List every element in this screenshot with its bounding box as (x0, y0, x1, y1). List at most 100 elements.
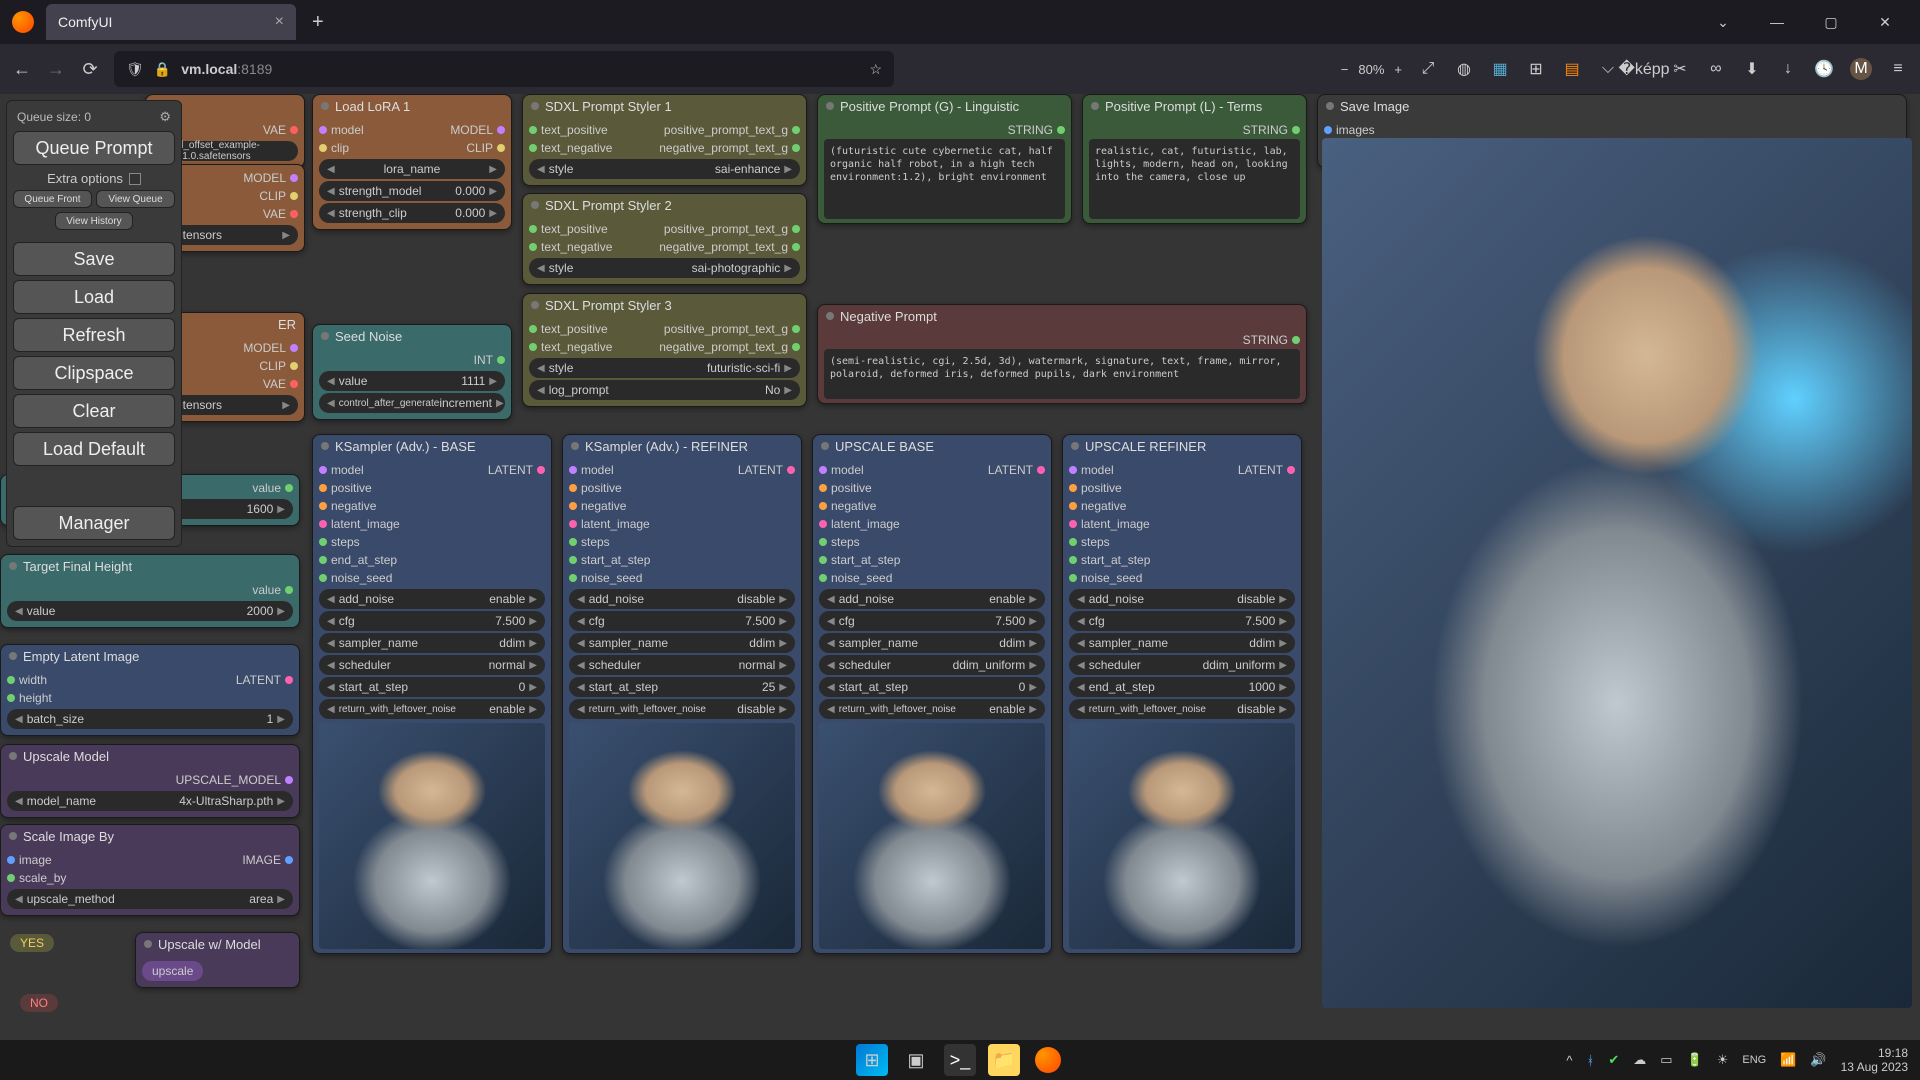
language-icon[interactable]: ENG (1742, 1054, 1766, 1066)
add-noise-widget[interactable]: ◀add_noisedisable▶ (569, 589, 795, 609)
rwl-widget[interactable]: ◀return_with_leftover_noisedisable▶ (1069, 699, 1295, 719)
reroute-yes[interactable]: YES (10, 934, 54, 950)
extensions-icon[interactable]: �képp (1634, 59, 1654, 79)
style-3-widget[interactable]: ◀stylefuturistic-sci-fi▶ (529, 358, 800, 378)
upscale-pill[interactable]: upscale (142, 961, 203, 981)
tray-chevron-icon[interactable]: ^ (1566, 1053, 1572, 1068)
seed-value-widget[interactable]: ◀value1111▶ (319, 371, 505, 391)
downloads-icon[interactable]: ↓ (1778, 59, 1798, 79)
positive-l-text[interactable]: realistic, cat, futuristic, lab, lights,… (1089, 139, 1300, 219)
brightness-icon[interactable]: ☀ (1717, 1052, 1729, 1068)
strength-clip-widget[interactable]: ◀strength_clip0.000▶ (319, 203, 505, 223)
batch-size-widget[interactable]: ◀batch_size1▶ (7, 709, 293, 729)
node-positive-prompt-g[interactable]: Positive Prompt (G) - Linguistic STRING … (817, 94, 1072, 224)
add-noise-widget[interactable]: ◀add_noiseenable▶ (819, 589, 1045, 609)
queue-prompt-button[interactable]: Queue Prompt (13, 131, 175, 165)
manager-button[interactable]: Manager (13, 506, 175, 540)
wifi-icon[interactable]: 📶 (1780, 1052, 1796, 1068)
comfyui-canvas[interactable]: Queue size: 0⚙ Queue Prompt Extra option… (0, 94, 1920, 1040)
node-seed-noise[interactable]: Seed Noise INT ◀value1111▶ ◀control_afte… (312, 324, 512, 420)
volume-icon[interactable]: 🔊 (1810, 1052, 1826, 1068)
scheduler-widget[interactable]: ◀schedulerddim_uniform▶ (819, 655, 1045, 675)
rwl-widget[interactable]: ◀return_with_leftover_noiseenable▶ (319, 699, 545, 719)
add-noise-widget[interactable]: ◀add_noiseenable▶ (319, 589, 545, 609)
queue-front-button[interactable]: Queue Front (13, 190, 92, 208)
node-empty-latent-image[interactable]: Empty Latent Image widthLATENT height ◀b… (0, 644, 300, 736)
ext-icon-6[interactable]: ∞ (1706, 59, 1726, 79)
upscale-method-widget[interactable]: ◀upscale_methodarea▶ (7, 889, 293, 909)
account-icon[interactable]: M (1850, 58, 1872, 80)
rwl-widget[interactable]: ◀return_with_leftover_noisedisable▶ (569, 699, 795, 719)
node-sdxl-styler-2[interactable]: SDXL Prompt Styler 2 text_positivepositi… (522, 193, 807, 285)
cast-icon[interactable]: ▭ (1660, 1052, 1672, 1068)
refresh-button[interactable]: Refresh (13, 318, 175, 352)
sampler-name-widget[interactable]: ◀sampler_nameddim▶ (819, 633, 1045, 653)
ext-icon-1[interactable]: ◍ (1454, 59, 1474, 79)
node-sdxl-styler-1[interactable]: SDXL Prompt Styler 1 text_positivepositi… (522, 94, 807, 186)
node-ksampler-3[interactable]: UPSCALE REFINER modelLATENT positive neg… (1062, 434, 1302, 954)
add-noise-widget[interactable]: ◀add_noisedisable▶ (1069, 589, 1295, 609)
sampler-preview-0[interactable] (319, 723, 545, 949)
clear-button[interactable]: Clear (13, 394, 175, 428)
reload-button[interactable]: ⟳ (80, 59, 100, 79)
sampler-preview-1[interactable] (569, 723, 795, 949)
bluetooth-icon[interactable]: ᚼ (1587, 1053, 1595, 1068)
close-tab-icon[interactable]: × (275, 13, 284, 31)
node-positive-prompt-l[interactable]: Positive Prompt (L) - Terms STRING reali… (1082, 94, 1307, 224)
load-default-button[interactable]: Load Default (13, 432, 175, 466)
extra-options-checkbox[interactable] (129, 173, 141, 185)
cfg-widget[interactable]: ◀cfg7.500▶ (319, 611, 545, 631)
sampler-preview-3[interactable] (1069, 723, 1295, 949)
lock-icon[interactable]: 🔒 (154, 61, 171, 78)
history-icon[interactable]: 🕓 (1814, 59, 1834, 79)
rwl-widget[interactable]: ◀return_with_leftover_noiseenable▶ (819, 699, 1045, 719)
browser-tab[interactable]: ComfyUI × (46, 4, 296, 40)
back-button[interactable]: ← (12, 59, 32, 79)
cfg-widget[interactable]: ◀cfg7.500▶ (1069, 611, 1295, 631)
node-sdxl-styler-3[interactable]: SDXL Prompt Styler 3 text_positivepositi… (522, 293, 807, 407)
node-ksampler-1[interactable]: KSampler (Adv.) - REFINER modelLATENT po… (562, 434, 802, 954)
ext-icon-5[interactable]: ✂ (1670, 59, 1690, 79)
ext-icon-3[interactable]: ⊞ (1526, 59, 1546, 79)
node-target-final-height[interactable]: Target Final Height value ◀value2000▶ (0, 554, 300, 628)
positive-g-text[interactable]: (futuristic cute cybernetic cat, half or… (824, 139, 1065, 219)
style-1-widget[interactable]: ◀stylesai-enhance▶ (529, 159, 800, 179)
cfg-widget[interactable]: ◀cfg7.500▶ (569, 611, 795, 631)
load-button[interactable]: Load (13, 280, 175, 314)
bookmark-star-icon[interactable]: ☆ (869, 61, 882, 78)
shield-icon[interactable]: 🛡 (126, 61, 144, 78)
step-widget[interactable]: ◀start_at_step25▶ (569, 677, 795, 697)
terminal-icon[interactable]: >_ (944, 1044, 976, 1076)
node-upscale-model[interactable]: Upscale Model UPSCALE_MODEL ◀model_name4… (0, 744, 300, 818)
value-widget-2000[interactable]: ◀value2000▶ (7, 601, 293, 621)
menu-icon[interactable]: ≡ (1888, 59, 1908, 79)
start-button[interactable]: ⊞ (856, 1044, 888, 1076)
ext-icon-2[interactable]: ▦ (1490, 59, 1510, 79)
zoom-in-button[interactable]: + (1394, 62, 1402, 77)
pocket-icon[interactable]: ⌵ (1598, 59, 1618, 79)
security-icon[interactable]: ✔ (1608, 1052, 1619, 1068)
node-load-lora-1[interactable]: Load LoRA 1 modelMODEL clipCLIP ◀lora_na… (312, 94, 512, 230)
node-ksampler-0[interactable]: KSampler (Adv.) - BASE modelLATENT posit… (312, 434, 552, 954)
node-ksampler-2[interactable]: UPSCALE BASE modelLATENT positive negati… (812, 434, 1052, 954)
clock[interactable]: 19:1813 Aug 2023 (1841, 1046, 1908, 1075)
battery-icon[interactable]: 🔋 (1687, 1052, 1703, 1068)
zoom-out-button[interactable]: − (1341, 62, 1349, 77)
settings-gear-icon[interactable]: ⚙ (159, 109, 171, 125)
firefox-taskbar-icon[interactable] (1032, 1044, 1064, 1076)
maximize-icon[interactable]: ▢ (1808, 14, 1854, 31)
log-prompt-widget[interactable]: ◀log_promptNo▶ (529, 380, 800, 400)
negative-text[interactable]: (semi-realistic, cgi, 2.5d, 3d), waterma… (824, 349, 1300, 399)
reroute-no[interactable]: NO (20, 994, 58, 1010)
sampler-name-widget[interactable]: ◀sampler_nameddim▶ (319, 633, 545, 653)
save-button[interactable]: Save (13, 242, 175, 276)
sampler-name-widget[interactable]: ◀sampler_nameddim▶ (569, 633, 795, 653)
minimize-icon[interactable]: — (1754, 14, 1800, 31)
scheduler-widget[interactable]: ◀schedulernormal▶ (319, 655, 545, 675)
clipspace-button[interactable]: Clipspace (13, 356, 175, 390)
forward-button[interactable]: → (46, 59, 66, 79)
step-widget[interactable]: ◀start_at_step0▶ (319, 677, 545, 697)
tabs-dropdown-icon[interactable]: ⌄ (1700, 14, 1746, 31)
explorer-icon[interactable]: 📁 (988, 1044, 1020, 1076)
node-scale-image-by[interactable]: Scale Image By imageIMAGE scale_by ◀upsc… (0, 824, 300, 916)
